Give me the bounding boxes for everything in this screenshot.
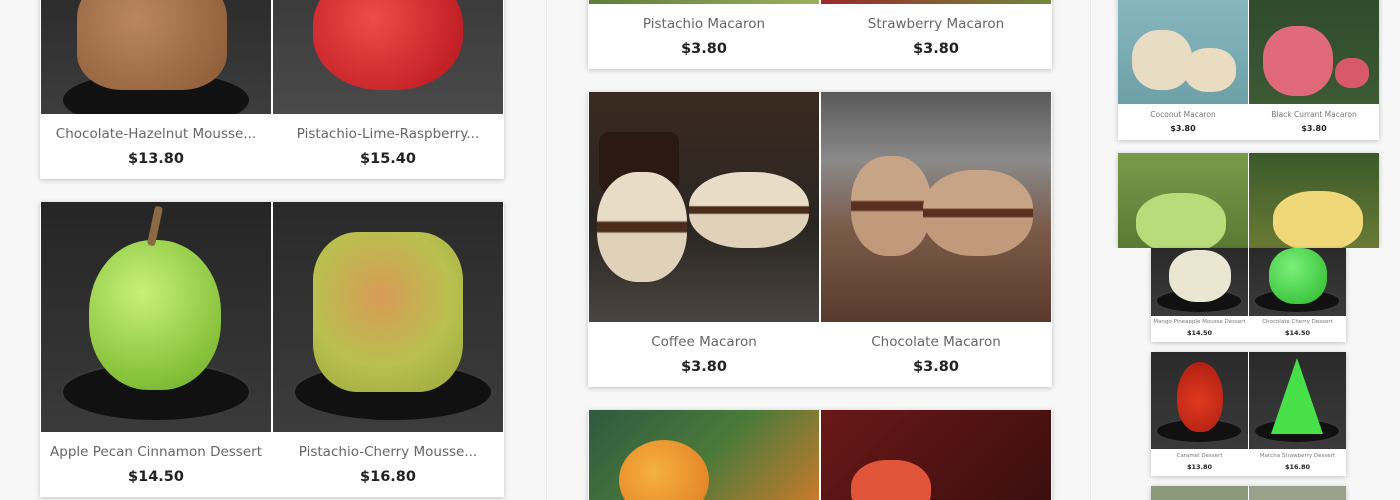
product-image-apple-pecan[interactable] (41, 202, 271, 432)
product-card[interactable]: Apple Pecan Cinnamon Dessert $14.50 Pist… (40, 202, 504, 497)
product-price: $14.50 (128, 469, 184, 485)
product-image-pistachio-macaron[interactable] (589, 0, 819, 4)
product-image-mango-macaron[interactable] (589, 410, 819, 500)
product-image-strawberry-macaron[interactable] (821, 0, 1051, 4)
product-name[interactable]: Black Currant Macaron (1249, 110, 1379, 119)
product-image-pistachio-cherry[interactable] (273, 202, 503, 432)
product-card[interactable]: Chocolate-Hazelnut Mousse... $13.80 Pist… (40, 0, 504, 179)
product-image-pistachio-small[interactable] (1118, 153, 1248, 248)
product-price: $16.80 (1284, 463, 1311, 471)
product-image-pistachio-lime-raspberry[interactable] (273, 0, 503, 114)
product-image-raspberry-macaron[interactable] (821, 410, 1051, 500)
product-price: $3.80 (1301, 124, 1327, 133)
product-name[interactable]: Mango Pineapple Mousse Dessert (1151, 319, 1248, 325)
product-image-coconut-macaron[interactable] (1118, 0, 1248, 104)
product-image-chocolate-cherry[interactable] (1249, 248, 1346, 316)
middle-product-panel: Pistachio Macaron $3.80 Strawberry Macar… (546, 0, 1091, 500)
product-card[interactable]: Coconut Macaron $3.80 Black Currant Maca… (1118, 0, 1379, 140)
product-name[interactable]: Coconut Macaron (1118, 110, 1248, 119)
product-image-caramel[interactable] (1151, 352, 1248, 449)
product-image-lemon-macaron[interactable] (1249, 153, 1379, 248)
product-name[interactable]: Chocolate Cherry Dessert (1249, 319, 1346, 325)
product-price: $3.80 (681, 359, 727, 375)
product-card[interactable] (1118, 153, 1379, 248)
product-image-mango-pineapple[interactable] (1151, 248, 1248, 316)
product-name[interactable]: Pistachio-Lime-Raspberry... (273, 126, 503, 142)
nested-screenshot-panel: Mango Pineapple Mousse Dessert $14.50 Ch… (1095, 248, 1400, 500)
product-name[interactable]: Apple Pecan Cinnamon Dessert (41, 444, 271, 460)
product-image-matcha-strawberry[interactable] (1249, 352, 1346, 449)
product-card[interactable]: Pistachio Macaron $3.80 Strawberry Macar… (588, 0, 1052, 69)
product-price: $15.40 (360, 151, 416, 167)
product-image-chocolate-macaron[interactable] (821, 92, 1051, 322)
right-product-panel: Coconut Macaron $3.80 Black Currant Maca… (1090, 0, 1400, 500)
product-price: $3.80 (913, 41, 959, 57)
product-image-chocolate-hazelnut[interactable] (41, 0, 271, 114)
product-image-black-currant-macaron[interactable] (1249, 0, 1379, 104)
product-price: $3.80 (681, 41, 727, 57)
left-product-panel: Chocolate-Hazelnut Mousse... $13.80 Pist… (0, 0, 546, 500)
product-name[interactable]: Pistachio-Cherry Mousse... (273, 444, 503, 460)
product-card[interactable]: Coffee Macaron $3.80 Chocolate Macaron $… (588, 92, 1052, 387)
product-name[interactable]: Coffee Macaron (589, 334, 819, 350)
product-name[interactable]: Caramel Dessert (1151, 453, 1248, 459)
product-price: $13.80 (128, 151, 184, 167)
product-name[interactable]: Strawberry Macaron (821, 16, 1051, 32)
product-image-partial[interactable] (1151, 486, 1248, 500)
product-card[interactable] (1151, 486, 1346, 500)
product-price: $3.80 (1170, 124, 1196, 133)
product-card[interactable] (588, 410, 1052, 500)
product-name[interactable]: Matcha Strawberry Dessert (1249, 453, 1346, 459)
product-image-partial[interactable] (1249, 486, 1346, 500)
product-price: $14.50 (1284, 329, 1311, 337)
product-name[interactable]: Chocolate Macaron (821, 334, 1051, 350)
product-image-coffee-macaron[interactable] (589, 92, 819, 322)
product-price: $13.80 (1186, 463, 1213, 471)
product-price: $14.50 (1186, 329, 1213, 337)
product-name[interactable]: Chocolate-Hazelnut Mousse... (41, 126, 271, 142)
product-name[interactable]: Pistachio Macaron (589, 16, 819, 32)
product-price: $3.80 (913, 359, 959, 375)
product-card[interactable]: Caramel Dessert $13.80 Matcha Strawberry… (1151, 352, 1346, 476)
product-price: $16.80 (360, 469, 416, 485)
product-card[interactable]: Mango Pineapple Mousse Dessert $14.50 Ch… (1151, 248, 1346, 342)
